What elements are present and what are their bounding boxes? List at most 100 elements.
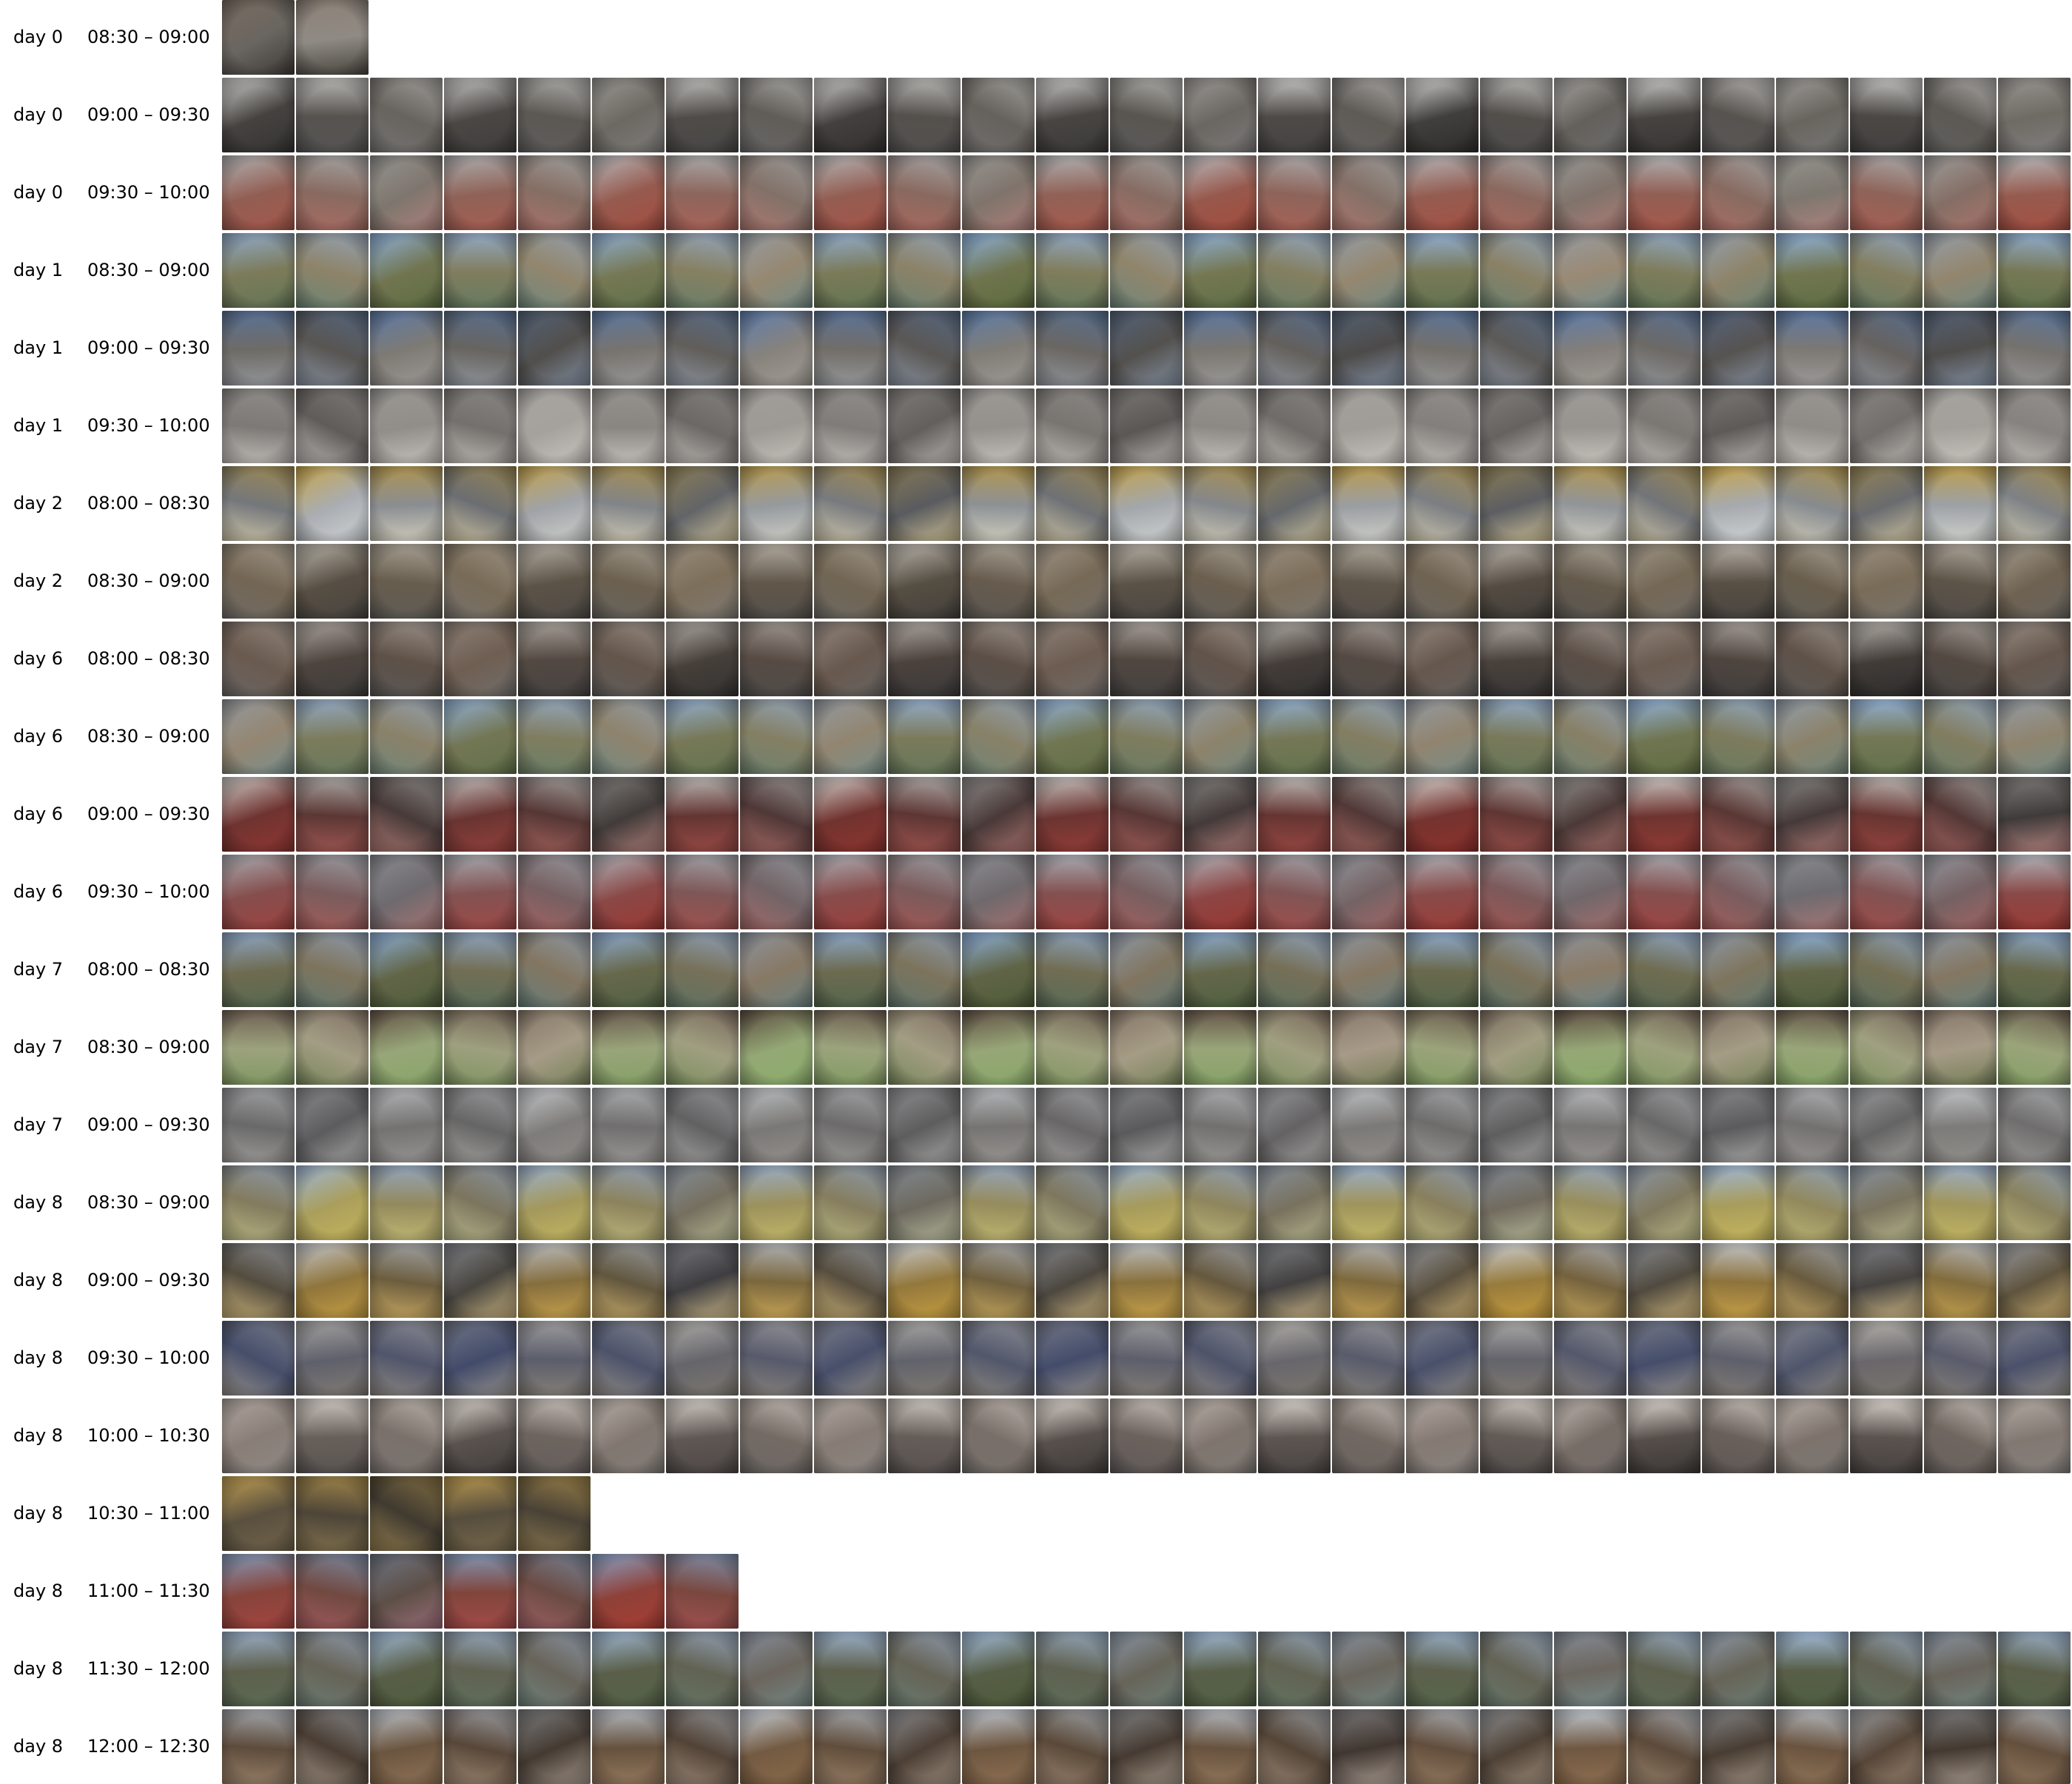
frame-thumbnail[interactable] <box>814 1321 887 1396</box>
frame-thumbnail[interactable] <box>1036 932 1109 1007</box>
frame-thumbnail[interactable] <box>1258 1165 1331 1240</box>
frame-thumbnail[interactable] <box>1406 932 1479 1007</box>
frame-thumbnail[interactable] <box>962 1165 1035 1240</box>
frame-thumbnail[interactable] <box>518 855 591 929</box>
frame-thumbnail[interactable] <box>1110 1709 1183 1784</box>
frame-thumbnail[interactable] <box>222 155 295 230</box>
frame-thumbnail[interactable] <box>1184 311 1257 386</box>
frame-thumbnail[interactable] <box>1258 1088 1331 1162</box>
frame-thumbnail[interactable] <box>518 233 591 308</box>
frame-thumbnail[interactable] <box>222 932 295 1007</box>
frame-thumbnail[interactable] <box>1998 1709 2071 1784</box>
frame-thumbnail[interactable] <box>1628 1709 1701 1784</box>
frame-thumbnail[interactable] <box>1332 1165 1405 1240</box>
frame-thumbnail[interactable] <box>962 855 1035 929</box>
frame-thumbnail[interactable] <box>814 1165 887 1240</box>
frame-thumbnail[interactable] <box>740 777 813 852</box>
frame-thumbnail[interactable] <box>666 699 739 774</box>
frame-thumbnail[interactable] <box>1554 932 1627 1007</box>
frame-thumbnail[interactable] <box>296 1554 369 1629</box>
frame-thumbnail[interactable] <box>1850 311 1923 386</box>
frame-thumbnail[interactable] <box>1554 78 1627 152</box>
frame-thumbnail[interactable] <box>1480 855 1553 929</box>
frame-thumbnail[interactable] <box>592 622 665 696</box>
frame-thumbnail[interactable] <box>1776 155 1849 230</box>
frame-thumbnail[interactable] <box>444 1398 517 1473</box>
frame-thumbnail[interactable] <box>962 544 1035 619</box>
frame-thumbnail[interactable] <box>740 388 813 463</box>
frame-thumbnail[interactable] <box>1406 855 1479 929</box>
frame-thumbnail[interactable] <box>1110 1398 1183 1473</box>
frame-thumbnail[interactable] <box>592 78 665 152</box>
frame-thumbnail[interactable] <box>740 1398 813 1473</box>
frame-thumbnail[interactable] <box>222 78 295 152</box>
frame-thumbnail[interactable] <box>1258 1321 1331 1396</box>
frame-thumbnail[interactable] <box>296 932 369 1007</box>
frame-thumbnail[interactable] <box>1998 1243 2071 1318</box>
frame-thumbnail[interactable] <box>296 311 369 386</box>
frame-thumbnail[interactable] <box>1184 932 1257 1007</box>
frame-thumbnail[interactable] <box>1702 622 1775 696</box>
frame-thumbnail[interactable] <box>1850 932 1923 1007</box>
frame-thumbnail[interactable] <box>666 1398 739 1473</box>
frame-thumbnail[interactable] <box>1998 1010 2071 1085</box>
frame-thumbnail[interactable] <box>814 155 887 230</box>
frame-thumbnail[interactable] <box>1036 233 1109 308</box>
frame-thumbnail[interactable] <box>1628 466 1701 541</box>
frame-thumbnail[interactable] <box>1924 1632 1997 1706</box>
frame-thumbnail[interactable] <box>444 1554 517 1629</box>
frame-thumbnail[interactable] <box>1998 78 2071 152</box>
frame-thumbnail[interactable] <box>1628 1398 1701 1473</box>
frame-thumbnail[interactable] <box>444 699 517 774</box>
frame-thumbnail[interactable] <box>296 777 369 852</box>
frame-thumbnail[interactable] <box>1924 388 1997 463</box>
frame-thumbnail[interactable] <box>962 78 1035 152</box>
frame-thumbnail[interactable] <box>1628 699 1701 774</box>
frame-thumbnail[interactable] <box>1036 311 1109 386</box>
frame-thumbnail[interactable] <box>1036 1010 1109 1085</box>
frame-thumbnail[interactable] <box>1110 622 1183 696</box>
frame-thumbnail[interactable] <box>962 777 1035 852</box>
frame-thumbnail[interactable] <box>1554 544 1627 619</box>
frame-thumbnail[interactable] <box>888 233 961 308</box>
frame-thumbnail[interactable] <box>1924 932 1997 1007</box>
frame-thumbnail[interactable] <box>1850 699 1923 774</box>
frame-thumbnail[interactable] <box>1924 155 1997 230</box>
frame-thumbnail[interactable] <box>1036 699 1109 774</box>
frame-thumbnail[interactable] <box>666 622 739 696</box>
frame-thumbnail[interactable] <box>1628 855 1701 929</box>
frame-thumbnail[interactable] <box>740 233 813 308</box>
frame-thumbnail[interactable] <box>1184 155 1257 230</box>
frame-thumbnail[interactable] <box>1628 1088 1701 1162</box>
frame-thumbnail[interactable] <box>1332 855 1405 929</box>
frame-thumbnail[interactable] <box>592 1398 665 1473</box>
frame-thumbnail[interactable] <box>1924 78 1997 152</box>
frame-thumbnail[interactable] <box>1332 1088 1405 1162</box>
frame-thumbnail[interactable] <box>1702 1010 1775 1085</box>
frame-thumbnail[interactable] <box>444 544 517 619</box>
frame-thumbnail[interactable] <box>518 622 591 696</box>
frame-thumbnail[interactable] <box>1332 78 1405 152</box>
frame-thumbnail[interactable] <box>1628 1165 1701 1240</box>
frame-thumbnail[interactable] <box>814 622 887 696</box>
frame-thumbnail[interactable] <box>296 1010 369 1085</box>
frame-thumbnail[interactable] <box>666 1554 739 1629</box>
frame-thumbnail[interactable] <box>888 466 961 541</box>
frame-thumbnail[interactable] <box>1924 1709 1997 1784</box>
frame-thumbnail[interactable] <box>1554 155 1627 230</box>
frame-thumbnail[interactable] <box>962 466 1035 541</box>
frame-thumbnail[interactable] <box>666 777 739 852</box>
frame-thumbnail[interactable] <box>1036 544 1109 619</box>
frame-thumbnail[interactable] <box>370 466 443 541</box>
frame-thumbnail[interactable] <box>1036 622 1109 696</box>
frame-thumbnail[interactable] <box>1258 1632 1331 1706</box>
frame-thumbnail[interactable] <box>1998 311 2071 386</box>
frame-thumbnail[interactable] <box>1184 1010 1257 1085</box>
frame-thumbnail[interactable] <box>444 1165 517 1240</box>
frame-thumbnail[interactable] <box>1850 1165 1923 1240</box>
frame-thumbnail[interactable] <box>740 155 813 230</box>
frame-thumbnail[interactable] <box>444 622 517 696</box>
frame-thumbnail[interactable] <box>1480 1321 1553 1396</box>
frame-thumbnail[interactable] <box>1776 1165 1849 1240</box>
frame-thumbnail[interactable] <box>1702 388 1775 463</box>
